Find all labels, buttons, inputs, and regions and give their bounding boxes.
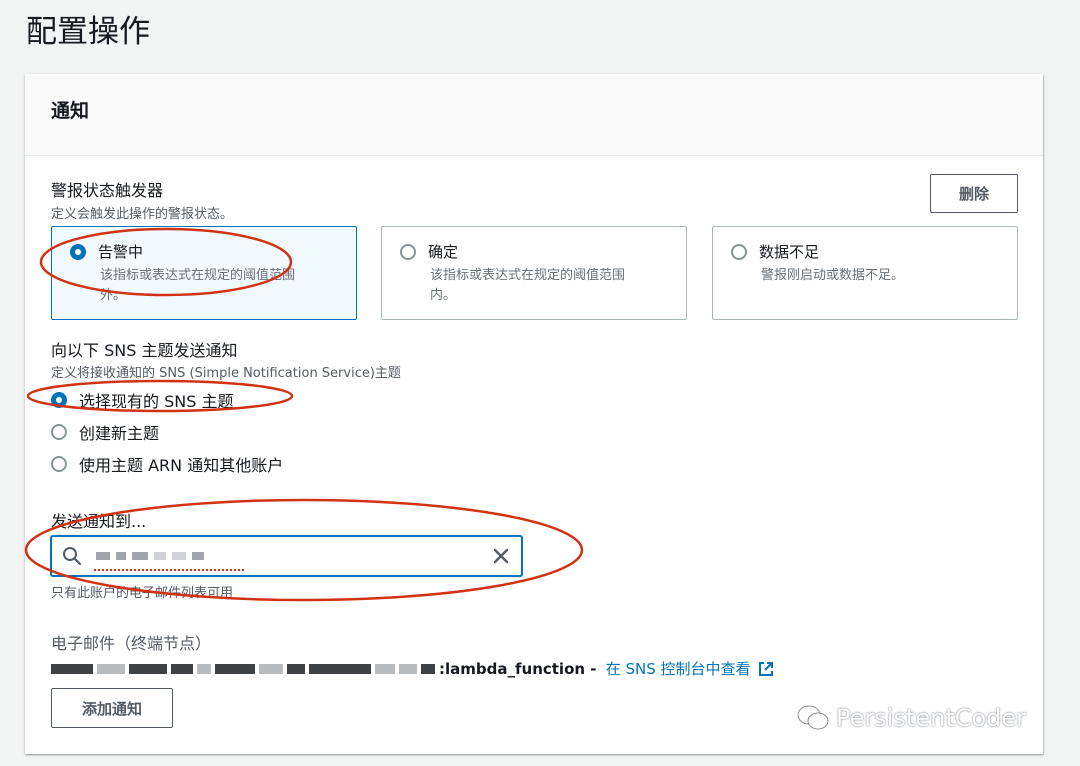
trigger-label: 警报状态触发器 xyxy=(51,181,164,200)
endpoint-row: :lambda_function - 在 SNS 控制台中查看 xyxy=(51,658,775,679)
radio-in-alarm[interactable] xyxy=(70,243,86,260)
trigger-tile-insufficient-data[interactable]: 数据不足 警报刚启动或数据不足。 xyxy=(712,226,1018,320)
panel-header: 通知 xyxy=(25,74,1043,156)
radio-new-topic[interactable] xyxy=(51,424,67,440)
tile-description-cont: 外。 xyxy=(100,288,127,303)
panel-title: 通知 xyxy=(51,100,90,122)
trigger-tile-in-alarm[interactable]: 告警中 该指标或表达式在规定的阈值范围 外。 xyxy=(51,226,357,320)
search-icon xyxy=(63,547,82,566)
radio-existing-topic[interactable] xyxy=(51,392,67,408)
sns-description: 定义将接收通知的 SNS (Simple Notification Servic… xyxy=(51,366,401,381)
radio-topic-arn[interactable] xyxy=(51,456,67,472)
link-label: 在 SNS 控制台中查看 xyxy=(605,660,751,678)
watermark-text: PersistentCoder xyxy=(836,704,1027,732)
tile-description-cont: 内。 xyxy=(430,288,457,303)
tile-description: 该指标或表达式在规定的阈值范围 xyxy=(430,268,626,283)
page-title: 配置操作 xyxy=(26,14,150,50)
tile-label: 确定 xyxy=(428,243,459,261)
sns-option-arn[interactable]: 使用主题 ARN 通知其他账户 xyxy=(51,452,283,476)
trigger-tile-ok[interactable]: 确定 该指标或表达式在规定的阈值范围 内。 xyxy=(381,226,687,320)
sns-label: 向以下 SNS 主题发送通知 xyxy=(51,341,238,360)
endpoint-label: 电子邮件（终端节点） xyxy=(51,634,212,653)
tile-label: 数据不足 xyxy=(759,243,820,261)
tile-description: 警报刚启动或数据不足。 xyxy=(761,268,905,283)
endpoint-arn: :lambda_function xyxy=(439,659,586,678)
delete-button[interactable]: 删除 xyxy=(930,174,1018,213)
trigger-description: 定义会触发此操作的警报状态。 xyxy=(51,207,234,222)
redacted-text xyxy=(51,663,93,674)
notification-panel: 通知 警报状态触发器 定义会触发此操作的警报状态。 删除 告警中 该指标或表达式… xyxy=(25,74,1043,754)
tile-description: 该指标或表达式在规定的阈值范围 xyxy=(100,268,296,283)
radio-ok[interactable] xyxy=(400,243,416,260)
chat-bubble-icon xyxy=(797,705,829,730)
topic-search-input[interactable] xyxy=(51,536,522,576)
view-in-sns-console-link[interactable]: 在 SNS 控制台中查看 xyxy=(606,658,775,679)
watermark: PersistentCoder xyxy=(796,703,1026,733)
option-label: 选择现有的 SNS 主题 xyxy=(79,392,234,411)
add-notification-button[interactable]: 添加通知 xyxy=(51,688,173,728)
endpoint-separator: - xyxy=(585,659,602,678)
send-to-label: 发送通知到... xyxy=(51,512,147,531)
option-label: 使用主题 ARN 通知其他账户 xyxy=(79,456,284,475)
tile-label: 告警中 xyxy=(98,243,144,261)
close-icon[interactable] xyxy=(491,546,511,566)
send-to-hint: 只有此账户的电子邮件列表可用 xyxy=(51,586,234,601)
external-link-icon xyxy=(758,661,773,676)
redacted-topic-value xyxy=(96,552,491,560)
radio-insufficient-data[interactable] xyxy=(731,243,747,260)
option-label: 创建新主题 xyxy=(79,424,160,443)
spellcheck-underline xyxy=(94,568,244,571)
sns-option-existing[interactable]: 选择现有的 SNS 主题 xyxy=(51,388,233,412)
sns-option-new[interactable]: 创建新主题 xyxy=(51,420,159,444)
